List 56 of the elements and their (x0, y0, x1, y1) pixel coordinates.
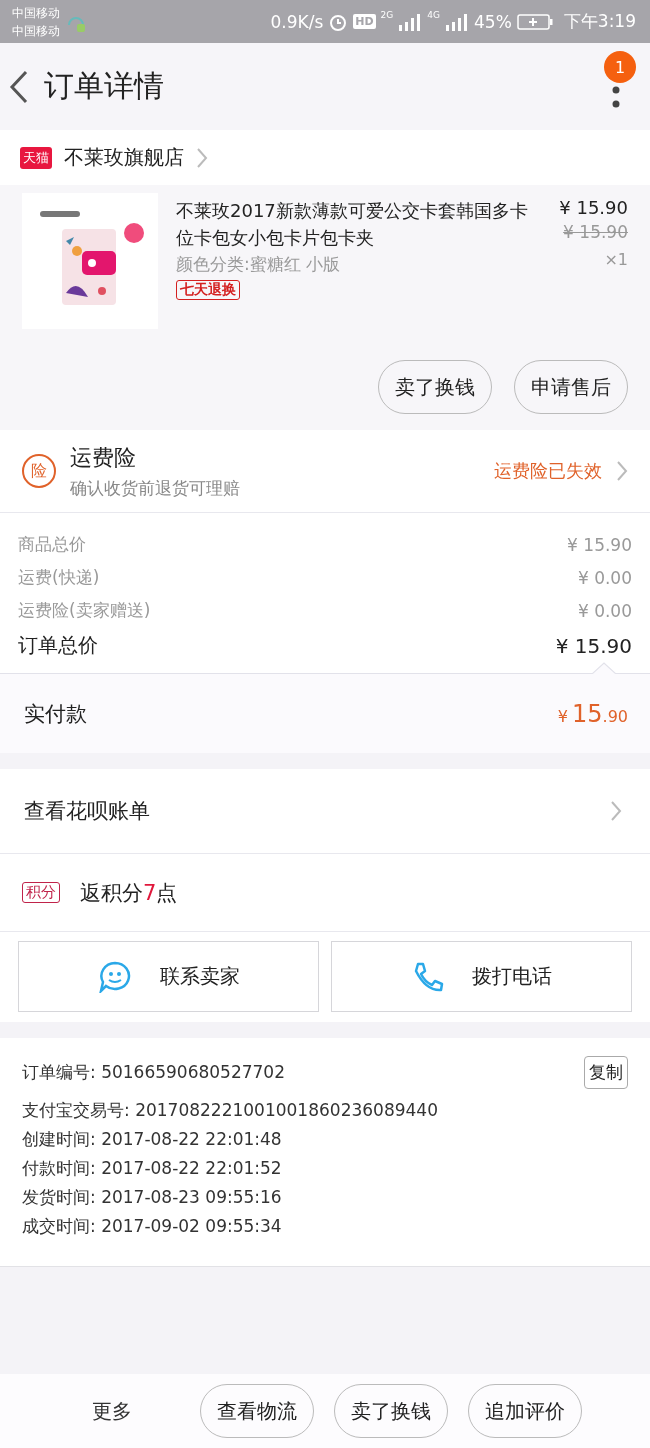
signal-icon (445, 12, 469, 31)
points-text: 返积分7点 (80, 879, 178, 907)
battery-icon (516, 12, 553, 31)
paid-amount: ¥ 15.90 (557, 699, 628, 728)
chevron-right-icon (616, 460, 628, 482)
paid-label: 实付款 (24, 700, 87, 728)
product-variant: 颜色分类:蜜糖红 小版 (176, 253, 341, 276)
quantity: ×1 (604, 250, 628, 269)
clock-time: 下午3:19 (563, 10, 636, 33)
store-tag: 天猫 (20, 146, 52, 169)
network-type: 2G (380, 10, 394, 20)
hd-indicator: HD (353, 14, 376, 29)
carrier-name: 中国移动 (12, 22, 60, 40)
more-link[interactable]: 更多 (92, 1397, 132, 1425)
notification-badge: 1 (604, 51, 636, 83)
price-value: ¥ 0.00 (577, 600, 632, 621)
contact-button[interactable]: 拨打电话 (331, 941, 632, 1012)
price-label: 订单总价 (18, 632, 98, 659)
insurance-title: 运费险 (70, 443, 137, 472)
order-detail-text: 发货时间: 2017-08-23 09:55:16 (22, 1186, 282, 1209)
order-detail-text: 创建时间: 2017-08-22 22:01:48 (22, 1128, 282, 1151)
contact-button[interactable]: 联系卖家 (18, 941, 319, 1012)
order-detail-text: 订单编号: 50166590680527702 (22, 1061, 285, 1084)
price-label: 运费(快递) (18, 566, 100, 589)
order-detail-text: 成交时间: 2017-09-02 09:55:34 (22, 1215, 282, 1238)
order-detail-text: 支付宝交易号: 2017082221001001860236089440 (22, 1099, 438, 1122)
network-speed: 0.9K/s (270, 11, 324, 32)
chevron-right-icon (196, 146, 208, 169)
points-tag: 积分 (22, 882, 60, 903)
price-value: ¥ 15.90 (567, 534, 632, 555)
copy-button[interactable]: 复制 (584, 1056, 628, 1089)
price-value: ¥ 0.00 (577, 567, 632, 588)
chat-bubble-icon (97, 960, 132, 993)
chevron-right-icon (610, 800, 622, 822)
insurance-icon: 险 (22, 454, 56, 488)
price-value: ¥ 15.90 (555, 633, 632, 658)
product-title: 不莱玫2017新款薄款可爱公交卡套韩国多卡位卡包女小包卡片包卡夹 (176, 199, 529, 250)
insurance-description: 确认收货前退货可理赔 (70, 476, 241, 500)
shop-name: 不莱玫旗舰店 (64, 144, 184, 171)
bill-link[interactable]: 查看花呗账单 (0, 769, 650, 854)
return-policy-tag: 七天退换 (176, 280, 240, 300)
battery-percent: 45% (474, 11, 512, 32)
back-icon[interactable] (8, 68, 30, 105)
price-label: 运费险(卖家赠送) (18, 599, 151, 622)
price-label: 商品总价 (18, 533, 86, 556)
shop-link[interactable]: 天猫 不莱玫旗舰店 (0, 130, 650, 185)
page-title: 订单详情 (44, 67, 165, 105)
carrier-name: 中国移动 (12, 4, 60, 22)
more-icon (612, 85, 620, 108)
order-detail-text: 付款时间: 2017-08-22 22:01:52 (22, 1157, 282, 1180)
original-price: ¥ 15.90 (563, 222, 628, 242)
signal-icon (398, 12, 423, 31)
network-type: 4G (427, 10, 440, 20)
shipping-insurance-row[interactable]: 险 运费险 确认收货前退货可理赔 运费险已失效 (0, 430, 650, 513)
product-price: ¥ 15.90 (559, 197, 628, 218)
insurance-status: 运费险已失效 (494, 459, 602, 483)
